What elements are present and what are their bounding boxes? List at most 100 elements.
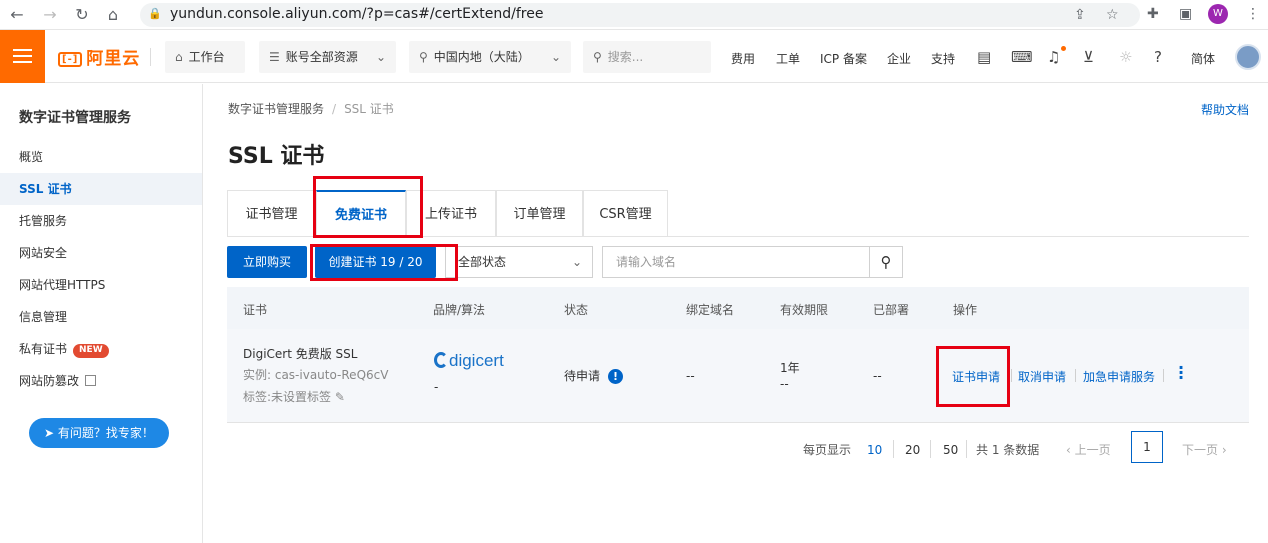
column-header: 状态	[564, 303, 589, 317]
app-icon[interactable]: ▤	[977, 48, 991, 66]
region-dropdown[interactable]: ⚲ 中国内地（大陆） ⌄	[409, 41, 571, 73]
reload-icon[interactable]: ↻	[73, 6, 91, 24]
table-row: DigiCert 免费版 SSL 实例: cas-ivauto-ReQ6cV 标…	[227, 329, 1249, 423]
sidebar-item-site-security[interactable]: 网站安全	[0, 237, 202, 269]
sidebar-item-info[interactable]: 信息管理	[0, 301, 202, 333]
sidebar-item-private-cert[interactable]: 私有证书 NEW	[0, 333, 202, 365]
column-header: 已部署	[873, 303, 910, 317]
ask-expert-button[interactable]: ➤ 有问题？找专家！	[29, 418, 169, 448]
menu-toggle-button[interactable]	[0, 30, 45, 83]
back-icon[interactable]: ←	[8, 6, 26, 24]
sidebar-item-proxy-https[interactable]: 网站代理HTTPS	[0, 269, 202, 301]
sidebar-item-overview[interactable]: 概览	[0, 141, 202, 173]
sidebar-item-ssl[interactable]: SSL 证书	[0, 173, 202, 205]
notification-dot	[1061, 46, 1066, 51]
language-switch[interactable]: 简体	[1191, 50, 1215, 67]
logo-text: 阿里云	[86, 49, 141, 69]
more-actions-icon[interactable]: · · ·	[1178, 360, 1184, 386]
sidebar-item-hosting[interactable]: 托管服务	[0, 205, 202, 237]
console-topbar: [-] 阿里云 ⌂ 工作台 ☰ 账号全部资源 ⌄ ⚲ 中国内地（大陆） ⌄ ⚲ 搜索... 费…	[0, 30, 1268, 83]
cert-tag[interactable]: 标签:未设置标签 ✎	[243, 388, 345, 405]
new-badge: NEW	[73, 344, 109, 358]
status-filter-value: 全部状态	[458, 255, 507, 269]
list-icon: ☰	[269, 50, 280, 64]
info-icon[interactable]: !	[608, 369, 624, 384]
sidebar-item-label: 概览	[19, 150, 44, 164]
buy-now-button[interactable]: 立即购买	[227, 246, 307, 278]
share-icon[interactable]: ⇪	[1074, 7, 1086, 23]
status-text: 待申请!	[564, 367, 624, 384]
logo-mark-icon: [-]	[58, 52, 83, 67]
help-circle-icon[interactable]: ?	[1154, 48, 1162, 66]
nav-link-enterprise[interactable]: 企业	[887, 50, 911, 67]
nav-link-support[interactable]: 支持	[931, 50, 955, 67]
workbench-button[interactable]: ⌂ 工作台	[165, 41, 245, 73]
status-filter-select[interactable]: 全部状态 ⌄	[445, 246, 593, 278]
breadcrumb-separator: /	[332, 102, 337, 116]
prev-page-button[interactable]: ‹ 上一页	[1066, 441, 1111, 458]
sidebar-item-label: 信息管理	[19, 310, 68, 324]
column-header: 绑定域名	[686, 303, 735, 317]
lock-icon: 🔒	[148, 7, 162, 20]
help-docs-link[interactable]: 帮助文档	[1201, 101, 1249, 118]
bell-icon[interactable]: ♫	[1047, 48, 1060, 66]
forward-icon[interactable]: →	[41, 6, 59, 24]
resources-dropdown[interactable]: ☰ 账号全部资源 ⌄	[259, 41, 396, 73]
sidebar-item-label: 网站安全	[19, 246, 68, 260]
aliyun-logo[interactable]: [-] 阿里云	[58, 44, 140, 69]
cart-icon[interactable]: ⊻	[1083, 48, 1094, 66]
lightbulb-icon[interactable]: ☼	[1119, 48, 1132, 66]
browser-menu-icon[interactable]: ⋮	[1246, 6, 1260, 22]
deployed-status: --	[873, 369, 882, 383]
sidebar-item-label: 托管服务	[19, 214, 68, 228]
user-avatar[interactable]	[1235, 44, 1261, 70]
nav-link-icp[interactable]: ICP 备案	[820, 50, 867, 67]
column-header: 品牌/算法	[433, 303, 486, 317]
profile-avatar[interactable]: W	[1208, 4, 1228, 24]
highlight-box	[310, 244, 458, 281]
divider	[966, 440, 967, 458]
column-header: 有效期限	[780, 303, 829, 317]
search-button[interactable]: ⚲	[869, 246, 903, 278]
tab-cert-management[interactable]: 证书管理	[227, 190, 316, 237]
url-text: yundun.console.aliyun.com/?p=cas#/certEx…	[170, 6, 544, 22]
page-size-20[interactable]: 20	[905, 443, 920, 457]
next-page-button[interactable]: 下一页 ›	[1182, 441, 1227, 458]
breadcrumb-root[interactable]: 数字证书管理服务	[228, 102, 324, 116]
current-page[interactable]: 1	[1131, 431, 1163, 463]
home-icon: ⌂	[175, 50, 183, 64]
browser-toolbar: ← → ↻ ⌂ 🔒 yundun.console.aliyun.com/?p=c…	[0, 0, 1268, 30]
sidebar-item-tamper[interactable]: 网站防篡改	[0, 365, 202, 397]
tab-csr[interactable]: CSR管理	[583, 190, 668, 237]
sidebar-item-label: 网站防篡改	[19, 374, 80, 388]
expedite-service-link[interactable]: 加急申请服务	[1083, 368, 1155, 385]
bookmark-star-icon[interactable]: ☆	[1106, 7, 1119, 23]
home-icon[interactable]: ⌂	[104, 6, 122, 24]
page-size-50[interactable]: 50	[943, 443, 958, 457]
divider	[930, 440, 931, 458]
nav-link-billing[interactable]: 费用	[731, 50, 755, 67]
location-pin-icon: ⚲	[419, 50, 428, 64]
action-separator	[1075, 369, 1076, 382]
prev-page-label: 上一页	[1074, 443, 1111, 457]
ask-expert-label: 有问题？找专家！	[57, 426, 154, 440]
cert-name: DigiCert 免费版 SSL	[243, 347, 358, 361]
search-icon: ⚲	[880, 253, 892, 271]
nav-link-tickets[interactable]: 工单	[776, 50, 800, 67]
cert-algorithm: -	[434, 380, 439, 394]
edit-icon[interactable]: ✎	[335, 390, 345, 404]
address-bar[interactable]: 🔒 yundun.console.aliyun.com/?p=cas#/cert…	[140, 3, 1140, 27]
global-search-input[interactable]: ⚲ 搜索...	[583, 41, 711, 73]
domain-search-input[interactable]: 请输入域名	[602, 246, 870, 278]
side-panel-icon[interactable]: ▣	[1179, 6, 1192, 22]
sidebar-title: 数字证书管理服务	[19, 110, 131, 126]
search-placeholder: 搜索...	[607, 50, 644, 64]
page-size-10[interactable]: 10	[867, 443, 882, 457]
extensions-icon[interactable]: ✚	[1147, 6, 1159, 22]
cancel-apply-link[interactable]: 取消申请	[1018, 368, 1066, 385]
divider	[150, 48, 151, 66]
terminal-icon[interactable]: ⌨	[1011, 48, 1033, 66]
tab-orders[interactable]: 订单管理	[496, 190, 583, 237]
resources-label: 账号全部资源	[285, 50, 358, 64]
plane-icon: ➤	[44, 426, 58, 440]
